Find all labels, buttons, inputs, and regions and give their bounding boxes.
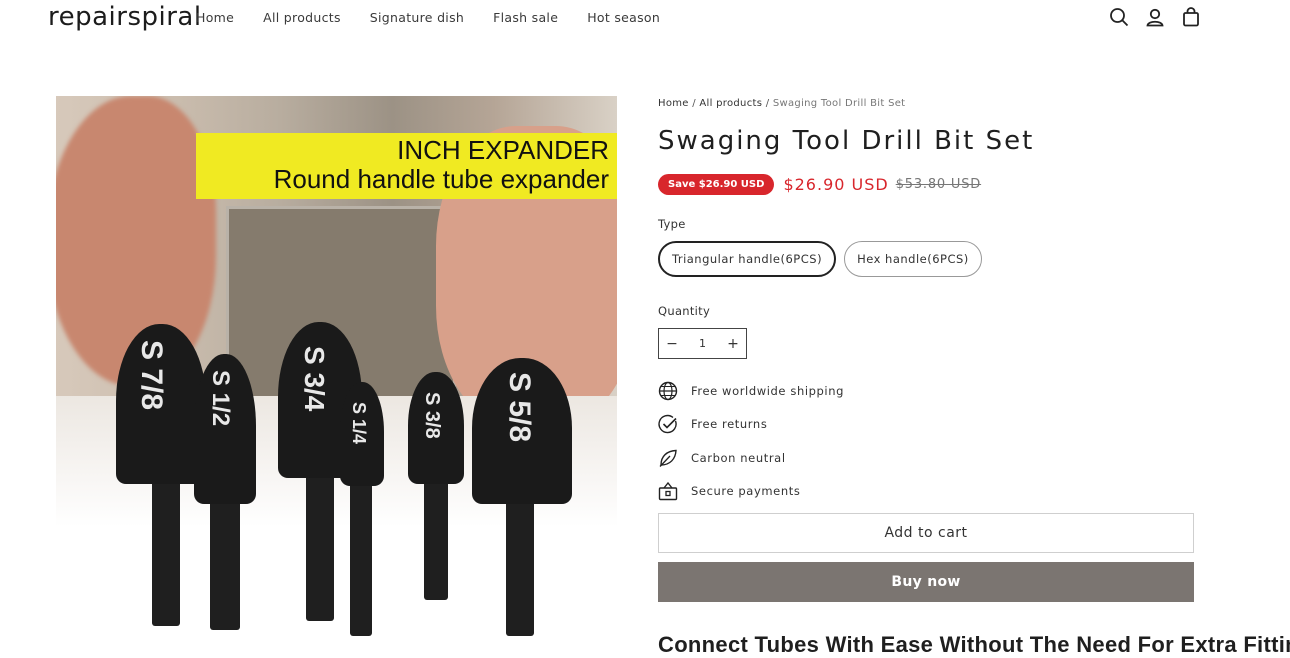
product-title: Swaging Tool Drill Bit Set: [658, 126, 1035, 156]
banner-line-1: INCH EXPANDER: [397, 135, 609, 165]
breadcrumb-separator: /: [688, 98, 700, 109]
nav-home[interactable]: Home: [196, 10, 234, 25]
quantity-label: Quantity: [658, 304, 711, 318]
bit-label: S 3/8: [421, 392, 443, 439]
quantity-increase-button[interactable]: +: [726, 336, 740, 352]
variant-hex-handle[interactable]: Hex handle(6PCS): [844, 241, 982, 277]
nav-flash-sale[interactable]: Flash sale: [493, 10, 558, 25]
feature-item: Free worldwide shipping: [658, 374, 844, 408]
image-banner: INCH EXPANDER Round handle tube expander: [196, 133, 617, 199]
feature-text: Carbon neutral: [691, 450, 786, 465]
bit-label: S 3/4: [299, 346, 330, 412]
nav-all-products[interactable]: All products: [263, 10, 341, 25]
breadcrumb-all-products[interactable]: All products: [699, 98, 762, 109]
breadcrumb: Home / All products / Swaging Tool Drill…: [658, 98, 905, 109]
search-icon[interactable]: [1108, 6, 1130, 28]
bit-label: S 7/8: [135, 340, 168, 411]
type-label: Type: [658, 217, 686, 231]
nav-signature-dish[interactable]: Signature dish: [370, 10, 464, 25]
add-to-cart-button[interactable]: Add to cart: [658, 513, 1194, 553]
feature-text: Secure payments: [691, 484, 801, 499]
buy-now-button[interactable]: Buy now: [658, 562, 1194, 602]
variant-triangular-handle[interactable]: Triangular handle(6PCS): [658, 241, 837, 277]
feature-item: Free returns: [658, 408, 844, 442]
header-icons: [1108, 6, 1216, 28]
feature-list: Free worldwide shipping Free returns Car…: [658, 374, 844, 508]
price-row: Save $26.90 USD $26.90 USD $53.80 USD: [658, 174, 981, 195]
bit-label: S 1/2: [207, 370, 234, 427]
site-logo[interactable]: repairspiral: [48, 2, 202, 32]
description-heading: Connect Tubes With Ease Without The Need…: [658, 632, 1290, 657]
quantity-decrease-button[interactable]: −: [665, 336, 679, 352]
quantity-input[interactable]: [687, 337, 718, 350]
account-icon[interactable]: [1144, 6, 1166, 28]
breadcrumb-home[interactable]: Home: [658, 98, 689, 109]
sale-price: $26.90 USD: [783, 175, 889, 194]
bit-shank: [424, 476, 448, 600]
bit-shank: [152, 466, 180, 626]
feature-item: Carbon neutral: [658, 441, 844, 475]
original-price: $53.80 USD: [895, 177, 982, 192]
leaf-icon: [659, 449, 677, 467]
bit-shank: [210, 496, 240, 630]
check-circle-icon: [658, 415, 677, 434]
site-header: repairspiral Home All products Signature…: [0, 0, 1290, 36]
cart-icon[interactable]: [1180, 6, 1202, 28]
globe-icon: [658, 381, 678, 400]
bit-shank: [506, 496, 534, 636]
bit-shank: [306, 471, 334, 621]
breadcrumb-separator: /: [762, 98, 773, 109]
bit-label: S 1/4: [349, 402, 369, 445]
main-nav: Home All products Signature dish Flash s…: [196, 10, 689, 25]
nav-hot-season[interactable]: Hot season: [587, 10, 660, 25]
bit-label: S 5/8: [503, 372, 536, 443]
bit-shank: [350, 476, 372, 636]
breadcrumb-current: Swaging Tool Drill Bit Set: [772, 98, 906, 109]
variant-selector: Triangular handle(6PCS) Hex handle(6PCS): [658, 241, 990, 277]
banner-line-2: Round handle tube expander: [273, 164, 609, 194]
save-badge: Save $26.90 USD: [658, 174, 775, 195]
feature-item: Secure payments: [658, 475, 844, 509]
feature-text: Free returns: [691, 417, 768, 432]
quantity-stepper: − +: [658, 328, 747, 359]
product-image[interactable]: INCH EXPANDER Round handle tube expander…: [56, 96, 617, 658]
feature-text: Free worldwide shipping: [691, 383, 845, 398]
lock-box-icon: [658, 482, 678, 501]
